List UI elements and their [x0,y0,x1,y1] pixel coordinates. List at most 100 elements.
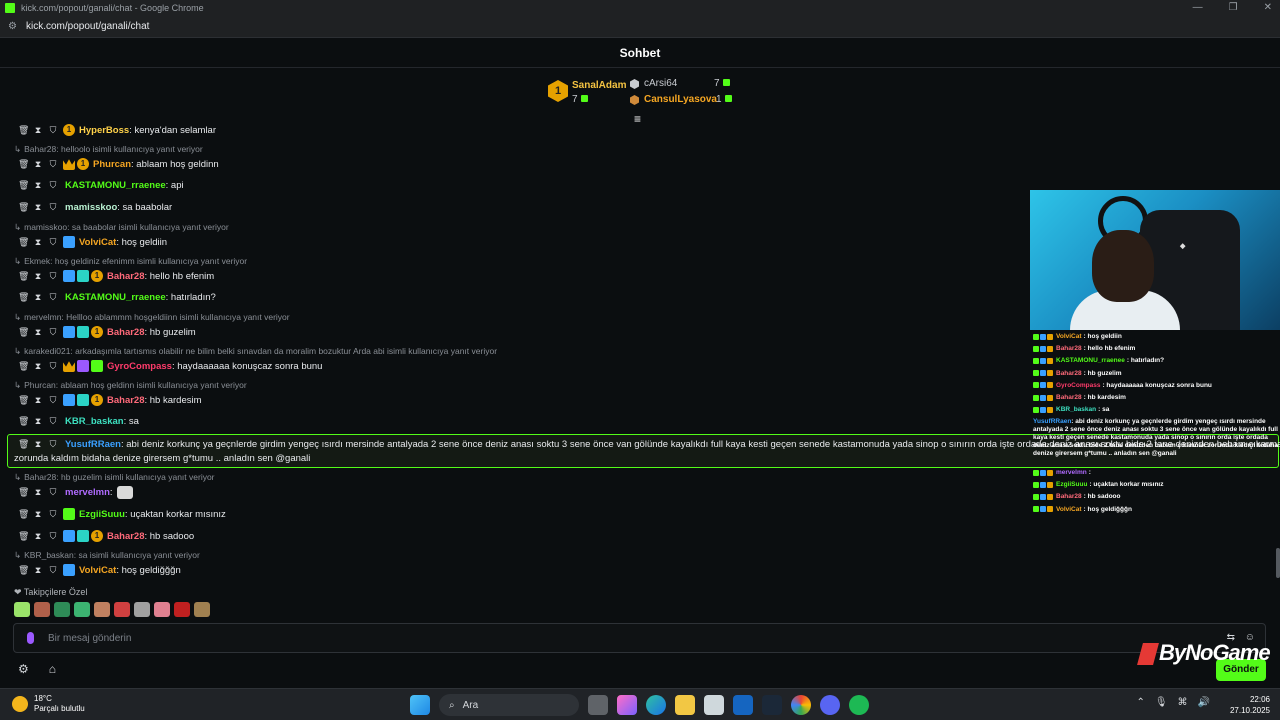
delete-icon[interactable]: 🗑 [18,125,29,136]
timeout-icon[interactable]: ⧗ [33,487,43,498]
emote-icon[interactable] [54,602,70,617]
timeout-icon[interactable]: ⧗ [33,159,43,170]
chat-message[interactable]: 🗑 ⧗ ⛉ VolviCat: hoş geldiğğğn [18,564,181,576]
delete-icon[interactable]: 🗑 [18,531,29,542]
maximize-icon[interactable]: ❐ [1229,0,1238,16]
chat-message[interactable]: 🗑 ⧗ ⛉ EzgiiSuuu: uçaktan korkar mısınız [18,508,226,520]
site-info-icon[interactable]: ⚙ [8,21,20,33]
reply-context[interactable]: ↳ Ekmek: hoş geldiniz efenimm isimli kull… [14,256,247,267]
leader-3-name[interactable]: CansulLyasova [644,94,717,105]
emote-icon[interactable] [94,602,110,617]
taskbar-search[interactable]: ⌕ Ara [439,694,579,716]
timeout-icon[interactable]: ⧗ [33,237,43,248]
ban-icon[interactable]: ⛉ [48,361,58,372]
reply-context[interactable]: ↳ karakedi021: arkadaşımla tartısmıs olab… [14,346,497,357]
outlook-icon[interactable] [733,695,753,715]
edge-icon[interactable] [646,695,666,715]
emote-icon[interactable] [174,602,190,617]
store-icon[interactable]: ⌂ [49,662,56,676]
url-text[interactable]: kick.com/popout/ganali/chat [26,21,149,32]
chat-message[interactable]: 🗑 ⧗ ⛉ mamisskoo: sa baabolar [18,202,172,213]
chat-username[interactable]: Bahar28 [107,327,145,338]
emote-icon[interactable] [154,602,170,617]
weather-widget[interactable]: 18°C Parçalı bulutlu [12,694,85,714]
chat-message[interactable]: 🗑 ⧗ ⛉ GyroCompass: haydaaaaaa konuşcaz sonr… [18,360,322,372]
emote-icon[interactable] [114,602,130,617]
delete-icon[interactable]: 🗑 [18,509,29,520]
timeout-icon[interactable]: ⧗ [33,271,43,282]
steam-icon[interactable] [762,695,782,715]
chat-message[interactable]: 🗑 ⧗ ⛉ KASTAMONU_rraenee: api [18,180,184,191]
ban-icon[interactable]: ⛉ [48,180,58,191]
task-view-icon[interactable] [588,695,608,715]
chat-username[interactable]: VolviCat [79,237,116,248]
chat-username[interactable]: KASTAMONU_rraenee [65,292,166,303]
chat-message[interactable]: 🗑 ⧗ ⛉ 1 Bahar28: hb sadooo [18,530,194,542]
timeout-icon[interactable]: ⧗ [33,125,43,136]
emote-heart-icon[interactable] [14,602,30,617]
timeout-icon[interactable]: ⧗ [33,292,43,303]
network-icon[interactable]: ⌘ [1178,697,1188,708]
ban-icon[interactable]: ⛉ [48,416,58,427]
delete-icon[interactable]: 🗑 [18,416,29,427]
chat-message[interactable]: 🗑 ⧗ ⛉ 1 Bahar28: hello hb efenim [18,270,214,282]
ban-icon[interactable]: ⛉ [48,395,58,406]
chat-username[interactable]: Bahar28 [107,271,145,282]
reply-context[interactable]: ↳ mervelmn: Hellloo ablammm hoşgeldiinn i… [14,312,290,323]
chat-message[interactable]: 🗑 ⧗ ⛉ VolviCat: hoş geldiin [18,236,167,248]
delete-icon[interactable]: 🗑 [18,237,29,248]
timeout-icon[interactable]: ⧗ [33,327,43,338]
reply-context[interactable]: ↳ mamisskoo: sa baabolar isimli kullanıcı… [14,222,229,233]
chat-message[interactable]: 🗑 ⧗ ⛉ KASTAMONU_rraenee: hatırladın? [18,292,216,303]
emote-icon[interactable] [74,602,90,617]
ban-icon[interactable]: ⛉ [48,327,58,338]
chrome-icon[interactable] [791,695,811,715]
file-explorer-icon[interactable] [675,695,695,715]
ban-icon[interactable]: ⛉ [48,487,58,498]
chat-username[interactable]: Phurcan [93,159,131,170]
timeout-icon[interactable]: ⧗ [33,180,43,191]
chat-username[interactable]: VolviCat [79,565,116,576]
mic-tray-icon[interactable]: 🎙 [1155,697,1168,708]
chat-username[interactable]: GyroCompass [107,361,172,372]
spotify-icon[interactable] [849,695,869,715]
message-placeholder[interactable]: Bir mesaj gönderin [48,633,131,644]
delete-icon[interactable]: 🗑 [18,292,29,303]
message-input[interactable]: Bir mesaj gönderin ⇆ ☺ [13,623,1266,653]
ban-icon[interactable]: ⛉ [48,439,58,450]
address-bar[interactable]: ⚙ kick.com/popout/ganali/chat [0,16,1280,38]
emote-icon[interactable] [134,602,150,617]
timeout-icon[interactable]: ⧗ [33,509,43,520]
ban-icon[interactable]: ⛉ [48,509,58,520]
volume-icon[interactable]: 🔊 [1198,697,1210,708]
timeout-icon[interactable]: ⧗ [33,531,43,542]
chat-message[interactable]: 🗑 ⧗ ⛉ 1 Bahar28: hb guzelim [18,326,196,338]
store-app-icon[interactable] [704,695,724,715]
delete-icon[interactable]: 🗑 [18,439,29,450]
chat-username[interactable]: mervelmn [65,487,110,498]
timeout-icon[interactable]: ⧗ [33,361,43,372]
copilot-icon[interactable] [617,695,637,715]
timeout-icon[interactable]: ⧗ [33,416,43,427]
chat-message[interactable]: 🗑 ⧗ ⛉ 1 HyperBoss: kenya'dan selamlar [18,124,216,136]
emote-icon[interactable] [34,602,50,617]
timeout-icon[interactable]: ⧗ [33,202,43,213]
ban-icon[interactable]: ⛉ [48,292,58,303]
delete-icon[interactable]: 🗑 [18,327,29,338]
delete-icon[interactable]: 🗑 [18,487,29,498]
timeout-icon[interactable]: ⧗ [33,395,43,406]
chat-username[interactable]: Bahar28 [107,395,145,406]
emote-icon[interactable] [194,602,210,617]
ban-icon[interactable]: ⛉ [48,565,58,576]
chat-username[interactable]: EzgiiSuuu [79,509,125,520]
reply-context[interactable]: ↳ Phurcan: ablaam hoş geldinn isimli kull… [14,380,247,391]
timeout-icon[interactable]: ⧗ [33,565,43,576]
timeout-icon[interactable]: ⧗ [33,439,43,450]
chevron-up-icon[interactable]: ⌃ [1136,697,1144,708]
chat-username[interactable]: KASTAMONU_rraenee [65,180,166,191]
reply-context[interactable]: ↳ Bahar28: helloolo isimli kullanıcıya ya… [14,144,203,155]
delete-icon[interactable]: 🗑 [18,361,29,372]
chat-username[interactable]: HyperBoss [79,125,129,136]
delete-icon[interactable]: 🗑 [18,271,29,282]
leader-2-name[interactable]: cArsi64 [644,78,677,89]
